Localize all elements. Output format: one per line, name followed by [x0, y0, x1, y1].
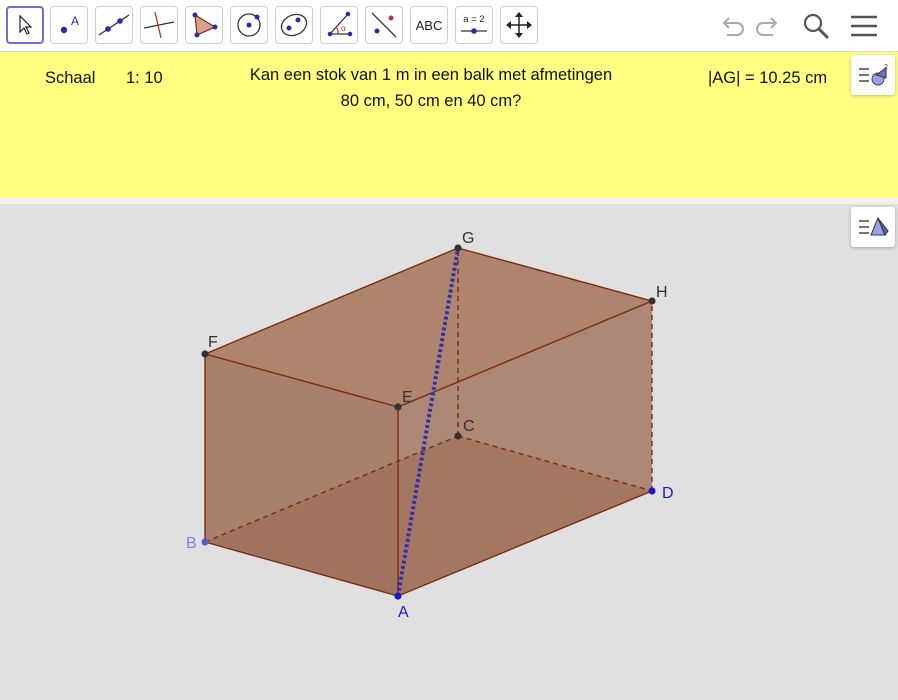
move-tool[interactable] — [6, 6, 44, 44]
undo-icon — [722, 17, 744, 36]
ellipse-icon — [280, 13, 308, 37]
text-tool-label: ABC — [415, 17, 443, 33]
text-tool[interactable]: ABC — [410, 6, 448, 44]
graphics-style-bar-button[interactable]: 2 — [851, 55, 895, 95]
graphics-style-bar-icon: 2 — [859, 64, 888, 86]
label-a: A — [398, 604, 409, 621]
circle-center-point-icon — [237, 13, 261, 37]
point-f[interactable] — [201, 350, 209, 358]
polygon-icon — [192, 12, 218, 38]
point-h[interactable] — [648, 297, 656, 305]
perpendicular-line-icon — [143, 11, 175, 39]
point-d[interactable] — [648, 487, 656, 495]
3d-style-bar-button[interactable] — [851, 207, 895, 247]
circle-tool[interactable] — [230, 6, 268, 44]
label-h: H — [656, 284, 668, 301]
redo-button[interactable] — [752, 10, 784, 42]
question-line-1: Kan een stok van 1 m in een balk met afm… — [249, 66, 613, 84]
label-d: D — [662, 485, 674, 502]
redo-icon — [756, 17, 778, 36]
line-tool[interactable] — [95, 6, 133, 44]
angle-tool[interactable]: α — [320, 6, 358, 44]
arrow-cursor-icon — [19, 14, 33, 35]
point-g[interactable] — [454, 244, 462, 252]
question-text: Kan een stok van 1 m in een balk met afm… — [200, 62, 662, 114]
hamburger-menu-icon — [851, 15, 877, 37]
label-b: B — [186, 535, 197, 552]
point-icon: A — [60, 14, 79, 34]
svg-text:2: 2 — [884, 64, 888, 71]
undo-button[interactable] — [716, 10, 748, 42]
polygon-tool[interactable] — [185, 6, 223, 44]
question-line-2: 80 cm, 50 cm en 40 cm? — [340, 92, 522, 110]
scale-value: 1: 10 — [126, 69, 163, 87]
label-e: E — [402, 389, 413, 406]
reflect-tool[interactable] — [365, 6, 403, 44]
3d-view[interactable]: A B C D E F G H — [0, 204, 898, 700]
label-f: F — [208, 334, 218, 351]
perpendicular-line-tool[interactable] — [140, 6, 178, 44]
conic-tool[interactable] — [275, 6, 313, 44]
line-through-two-points-icon — [98, 14, 130, 36]
point-c[interactable] — [454, 432, 462, 440]
scale-label: Schaal — [45, 69, 96, 87]
point-tool-label: A — [71, 14, 79, 28]
reflect-about-line-icon — [371, 12, 397, 38]
svg-text:α: α — [341, 24, 346, 33]
search-button[interactable] — [800, 10, 832, 42]
angle-icon: α — [327, 11, 353, 37]
3d-style-bar-icon — [859, 216, 889, 237]
point-a[interactable] — [394, 592, 402, 600]
slider-icon: a = 2 — [461, 14, 487, 34]
main-menu-button[interactable] — [848, 10, 880, 42]
move-arrows-icon — [506, 12, 532, 38]
point-b[interactable] — [201, 538, 209, 546]
point-tool[interactable]: A — [50, 6, 88, 44]
toolbar: A α ABC a = 2 — [0, 0, 898, 52]
label-g: G — [462, 230, 474, 247]
ag-length-label: |AG| = 10.25 cm — [708, 69, 828, 87]
move-graphics-view-tool[interactable] — [500, 6, 538, 44]
label-c: C — [463, 418, 475, 435]
point-e[interactable] — [394, 403, 402, 411]
slider-tool-label: a = 2 — [463, 14, 484, 25]
search-icon — [803, 13, 830, 40]
slider-tool[interactable]: a = 2 — [455, 6, 493, 44]
